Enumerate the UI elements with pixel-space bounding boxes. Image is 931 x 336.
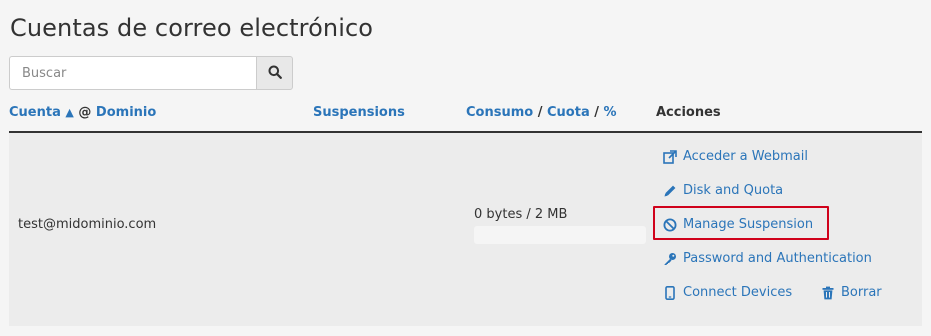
header-cuenta-dominio: Cuenta ▲ @ Dominio — [9, 105, 156, 120]
usage-text: 0 bytes / 2 MB — [474, 207, 568, 222]
connect-devices-label: Connect Devices — [683, 285, 793, 300]
webmail-label: Acceder a Webmail — [683, 149, 808, 164]
at-separator: @ — [78, 105, 92, 120]
password-auth-action[interactable]: Password and Authentication — [663, 251, 872, 266]
webmail-action[interactable]: Acceder a Webmail — [663, 149, 808, 164]
sort-asc-icon: ▲ — [65, 106, 74, 119]
search-button[interactable] — [256, 56, 293, 90]
sort-consumo-link[interactable]: Consumo — [466, 105, 533, 120]
page-title: Cuentas de correo electrónico — [10, 14, 374, 42]
header-consumo-cuota: Consumo / Cuota / % — [466, 105, 617, 120]
sort-percent-link[interactable]: % — [604, 105, 617, 120]
search-bar — [9, 56, 293, 90]
account-email: test@midominio.com — [18, 217, 157, 232]
table-row: test@midominio.com 0 bytes / 2 MB Accede… — [9, 133, 922, 326]
key-icon — [663, 252, 677, 266]
search-input[interactable] — [9, 56, 257, 90]
sort-dominio-link[interactable]: Dominio — [96, 105, 156, 120]
external-link-icon — [663, 149, 677, 164]
sort-cuenta-link[interactable]: Cuenta — [9, 105, 61, 120]
delete-action[interactable]: Borrar — [821, 285, 882, 300]
usage-progress-bar — [474, 226, 646, 244]
search-icon — [268, 64, 282, 83]
header-acciones: Acciones — [656, 105, 721, 120]
connect-devices-action[interactable]: Connect Devices — [663, 285, 792, 300]
table-header: Cuenta ▲ @ Dominio Suspensions Consumo /… — [9, 103, 922, 133]
suspension-highlight-box — [653, 206, 829, 240]
pencil-icon — [663, 184, 677, 198]
disk-quota-action[interactable]: Disk and Quota — [663, 183, 783, 198]
sort-cuota-link[interactable]: Cuota — [547, 105, 590, 120]
mobile-icon — [663, 285, 677, 300]
disk-quota-label: Disk and Quota — [683, 183, 784, 198]
trash-icon — [821, 286, 835, 300]
delete-label: Borrar — [841, 285, 882, 300]
sort-suspensions-link[interactable]: Suspensions — [313, 105, 405, 120]
password-auth-label: Password and Authentication — [683, 251, 872, 266]
